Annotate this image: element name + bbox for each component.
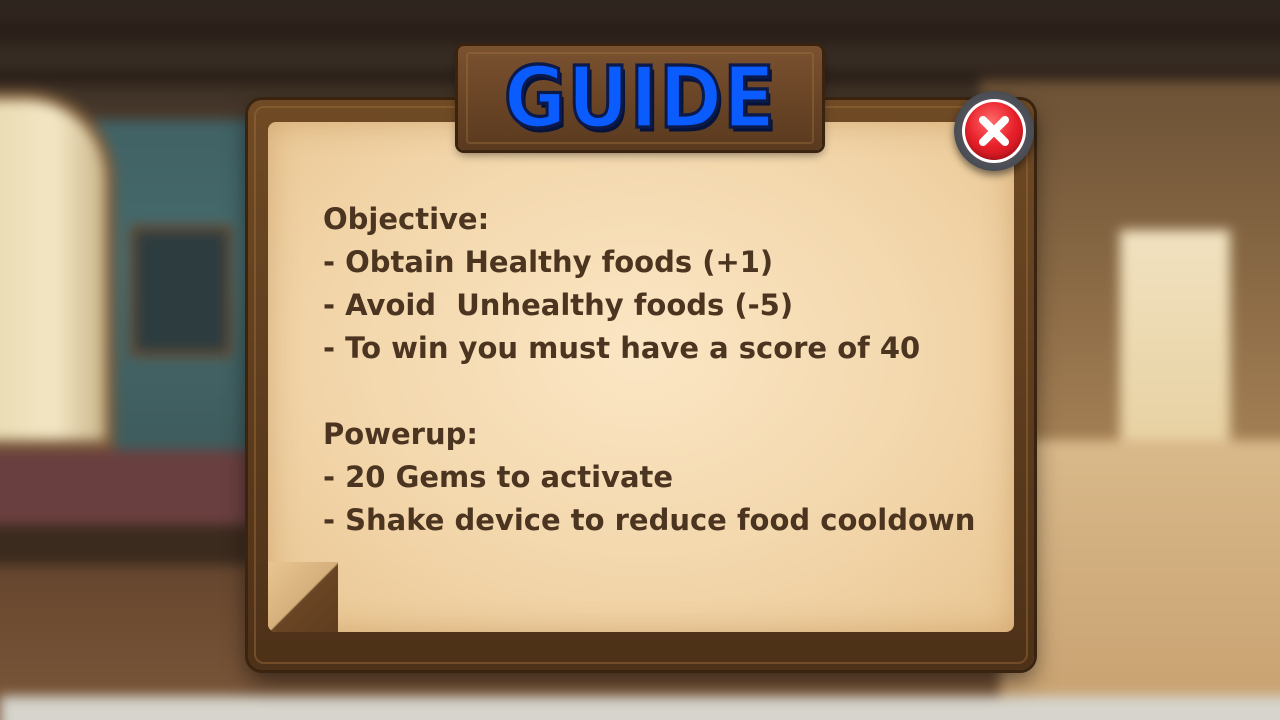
objective-item: - Avoid Unhealthy foods (-5) — [323, 288, 794, 322]
powerup-heading: Powerup: — [323, 417, 478, 451]
powerup-item: - 20 Gems to activate — [323, 460, 674, 494]
objective-item: - Obtain Healthy foods (+1) — [323, 245, 774, 279]
title-plank: GUIDE — [458, 46, 822, 150]
close-button-face[interactable] — [962, 99, 1026, 163]
close-icon[interactable] — [962, 99, 1026, 163]
guide-title: GUIDE — [502, 47, 777, 148]
objective-heading: Objective: — [323, 202, 490, 236]
guide-content: Objective: - Obtain Healthy foods (+1) -… — [323, 198, 1013, 542]
close-button[interactable] — [954, 91, 1034, 171]
game-screen: GUIDE Objective: - Obtain Healthy foods … — [0, 0, 1280, 720]
objective-item: - To win you must have a score of 40 — [323, 331, 921, 365]
powerup-item: - Shake device to reduce food cooldown — [323, 503, 976, 537]
scroll-curl — [268, 562, 338, 632]
